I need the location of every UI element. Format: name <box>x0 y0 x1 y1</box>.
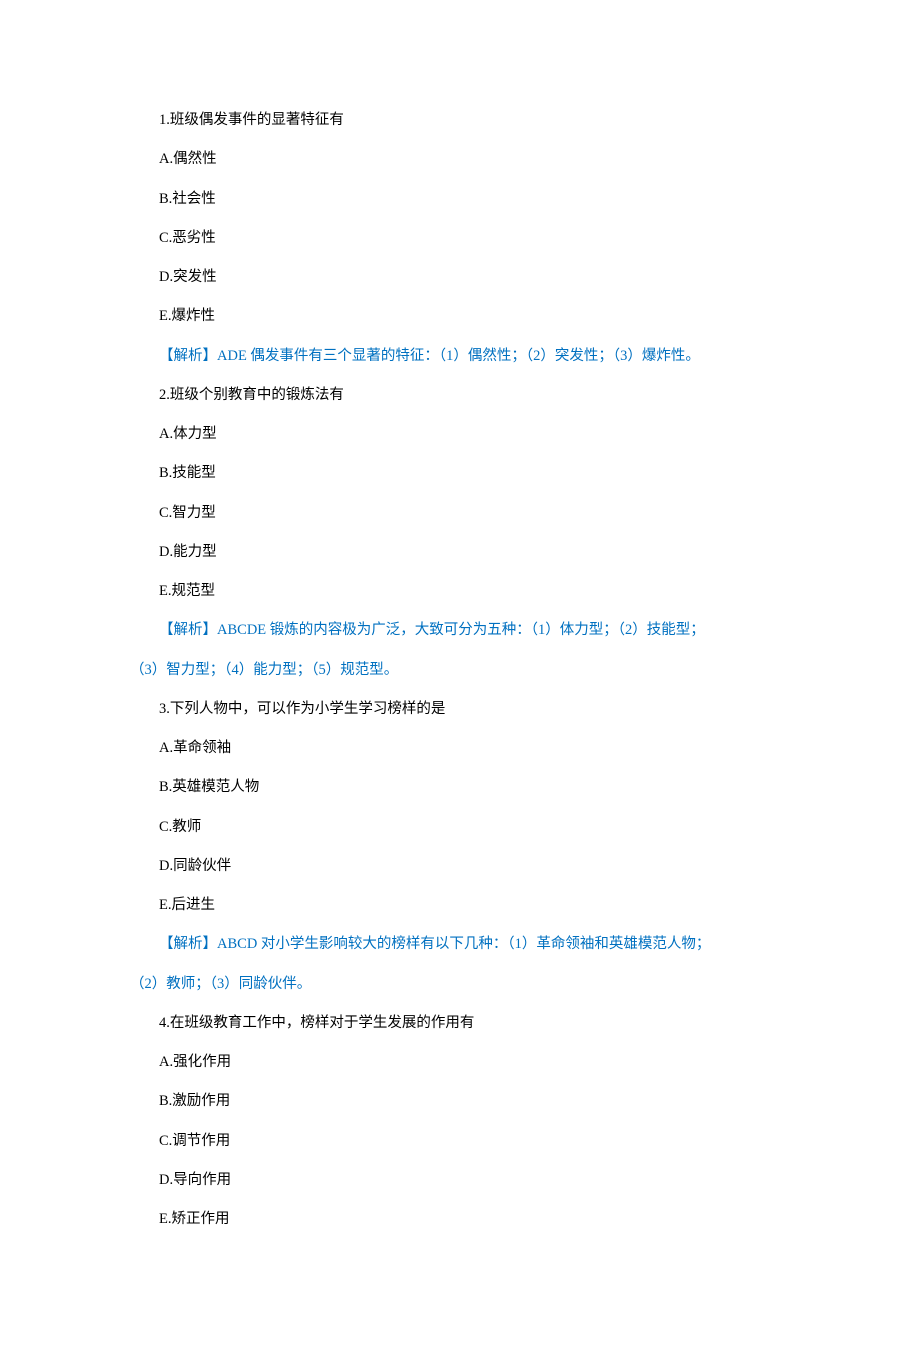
question-stem: 2.班级个别教育中的锻炼法有 <box>130 385 790 407</box>
option-e: E.规范型 <box>130 581 790 603</box>
answer-analysis: 【解析】ABCDE 锻炼的内容极为广泛，大致可分为五种：（1）体力型；（2）技能… <box>130 620 790 642</box>
option-b: B.英雄模范人物 <box>130 777 790 799</box>
option-d: D.能力型 <box>130 542 790 564</box>
option-a: A.体力型 <box>130 424 790 446</box>
option-b: B.社会性 <box>130 189 790 211</box>
document-page: 1.班级偶发事件的显著特征有 A.偶然性 B.社会性 C.恶劣性 D.突发性 E… <box>0 0 920 1348</box>
option-c: C.调节作用 <box>130 1131 790 1153</box>
question-stem: 4.在班级教育工作中，榜样对于学生发展的作用有 <box>130 1013 790 1035</box>
option-d: D.突发性 <box>130 267 790 289</box>
question-stem: 1.班级偶发事件的显著特征有 <box>130 110 790 132</box>
answer-analysis: 【解析】ADE 偶发事件有三个显著的特征：（1）偶然性；（2）突发性；（3）爆炸… <box>130 346 790 368</box>
option-e: E.后进生 <box>130 895 790 917</box>
question-stem: 3.下列人物中，可以作为小学生学习榜样的是 <box>130 699 790 721</box>
answer-analysis-cont: （3）智力型；（4）能力型；（5）规范型。 <box>130 660 790 682</box>
option-d: D.同龄伙伴 <box>130 856 790 878</box>
option-d: D.导向作用 <box>130 1170 790 1192</box>
option-c: C.恶劣性 <box>130 228 790 250</box>
option-e: E.矫正作用 <box>130 1209 790 1231</box>
option-b: B.技能型 <box>130 463 790 485</box>
option-a: A.偶然性 <box>130 149 790 171</box>
option-e: E.爆炸性 <box>130 306 790 328</box>
answer-analysis-cont: （2）教师；（3）同龄伙伴。 <box>130 974 790 996</box>
answer-analysis: 【解析】ABCD 对小学生影响较大的榜样有以下几种：（1）革命领袖和英雄模范人物… <box>130 934 790 956</box>
option-c: C.智力型 <box>130 503 790 525</box>
option-b: B.激励作用 <box>130 1091 790 1113</box>
option-a: A.革命领袖 <box>130 738 790 760</box>
option-a: A.强化作用 <box>130 1052 790 1074</box>
option-c: C.教师 <box>130 817 790 839</box>
